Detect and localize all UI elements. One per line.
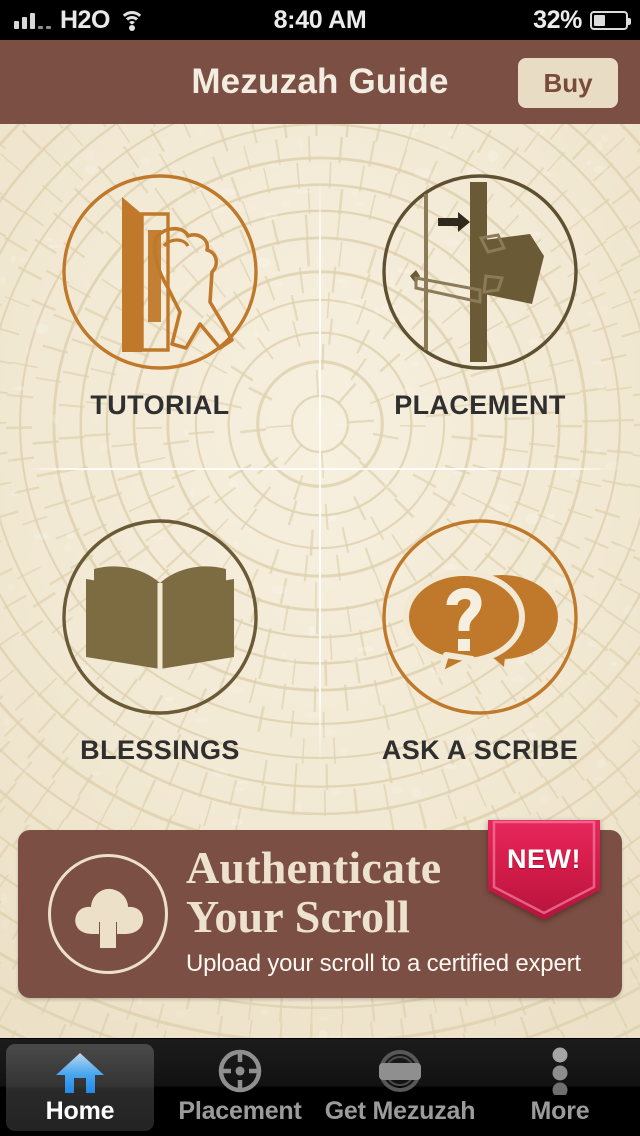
banner-subtitle: Upload your scroll to a certified expert xyxy=(186,949,581,977)
cloud-upload-icon xyxy=(48,854,168,974)
battery-percent-label: 32% xyxy=(533,5,582,34)
grid-item-label: PLACEMENT xyxy=(394,390,566,420)
grid-item-blessings[interactable]: BLESSINGS xyxy=(0,469,320,814)
doorpost-mezuzah-angle-icon xyxy=(382,174,578,370)
tab-label: Placement xyxy=(178,1097,302,1125)
crosshair-target-icon xyxy=(216,1049,264,1095)
status-bar: H2O 8:40 AM 32% xyxy=(0,0,640,40)
blessings-icon-circle xyxy=(60,517,260,717)
tutorial-icon-circle xyxy=(60,172,260,372)
grid-item-placement[interactable]: PLACEMENT xyxy=(320,124,640,469)
app-screen: H2O 8:40 AM 32% Mezuzah Guide Buy TUTORI… xyxy=(0,0,640,1136)
question-speech-bubbles-icon xyxy=(382,519,578,715)
tab-label: More xyxy=(530,1097,590,1125)
tab-bar: Home Placement Get Mezuzah More xyxy=(0,1038,640,1136)
status-bar-right: 32% xyxy=(533,5,631,35)
open-book-icon xyxy=(62,519,258,715)
tab-home[interactable]: Home xyxy=(0,1039,160,1136)
home-grid: TUTORIAL PLACEMENT BLESSINGS ASK A SCRIB… xyxy=(0,124,640,814)
more-dots-icon xyxy=(550,1047,570,1095)
home-icon xyxy=(55,1049,105,1095)
hand-affixing-mezuzah-icon xyxy=(62,174,258,370)
main-content: TUTORIAL PLACEMENT BLESSINGS ASK A SCRIB… xyxy=(0,124,640,1038)
certified-seal-icon xyxy=(375,1049,425,1095)
grid-item-label: TUTORIAL xyxy=(90,390,230,420)
grid-item-tutorial[interactable]: TUTORIAL xyxy=(0,124,320,469)
new-badge-label: NEW! xyxy=(507,844,581,874)
battery-icon xyxy=(590,10,631,30)
grid-item-label: ASK A SCRIBE xyxy=(381,735,579,765)
new-badge: NEW! xyxy=(488,820,600,920)
tab-get-mezuzah[interactable]: Get Mezuzah xyxy=(320,1039,480,1136)
grid-item-ask-a-scribe[interactable]: ASK A SCRIBE xyxy=(320,469,640,814)
tab-more[interactable]: More xyxy=(480,1039,640,1136)
tab-label: Home xyxy=(45,1097,115,1125)
grid-item-label: BLESSINGS xyxy=(80,735,240,765)
tab-label: Get Mezuzah xyxy=(324,1097,476,1125)
tab-placement[interactable]: Placement xyxy=(160,1039,320,1136)
ask-a-scribe-icon-circle xyxy=(380,517,580,717)
placement-icon-circle xyxy=(380,172,580,372)
navigation-bar: Mezuzah Guide Buy xyxy=(0,40,640,124)
authenticate-banner[interactable]: Authenticate Your Scroll Upload your scr… xyxy=(18,820,622,998)
buy-button[interactable]: Buy xyxy=(518,58,618,108)
page-title: Mezuzah Guide xyxy=(191,62,449,101)
